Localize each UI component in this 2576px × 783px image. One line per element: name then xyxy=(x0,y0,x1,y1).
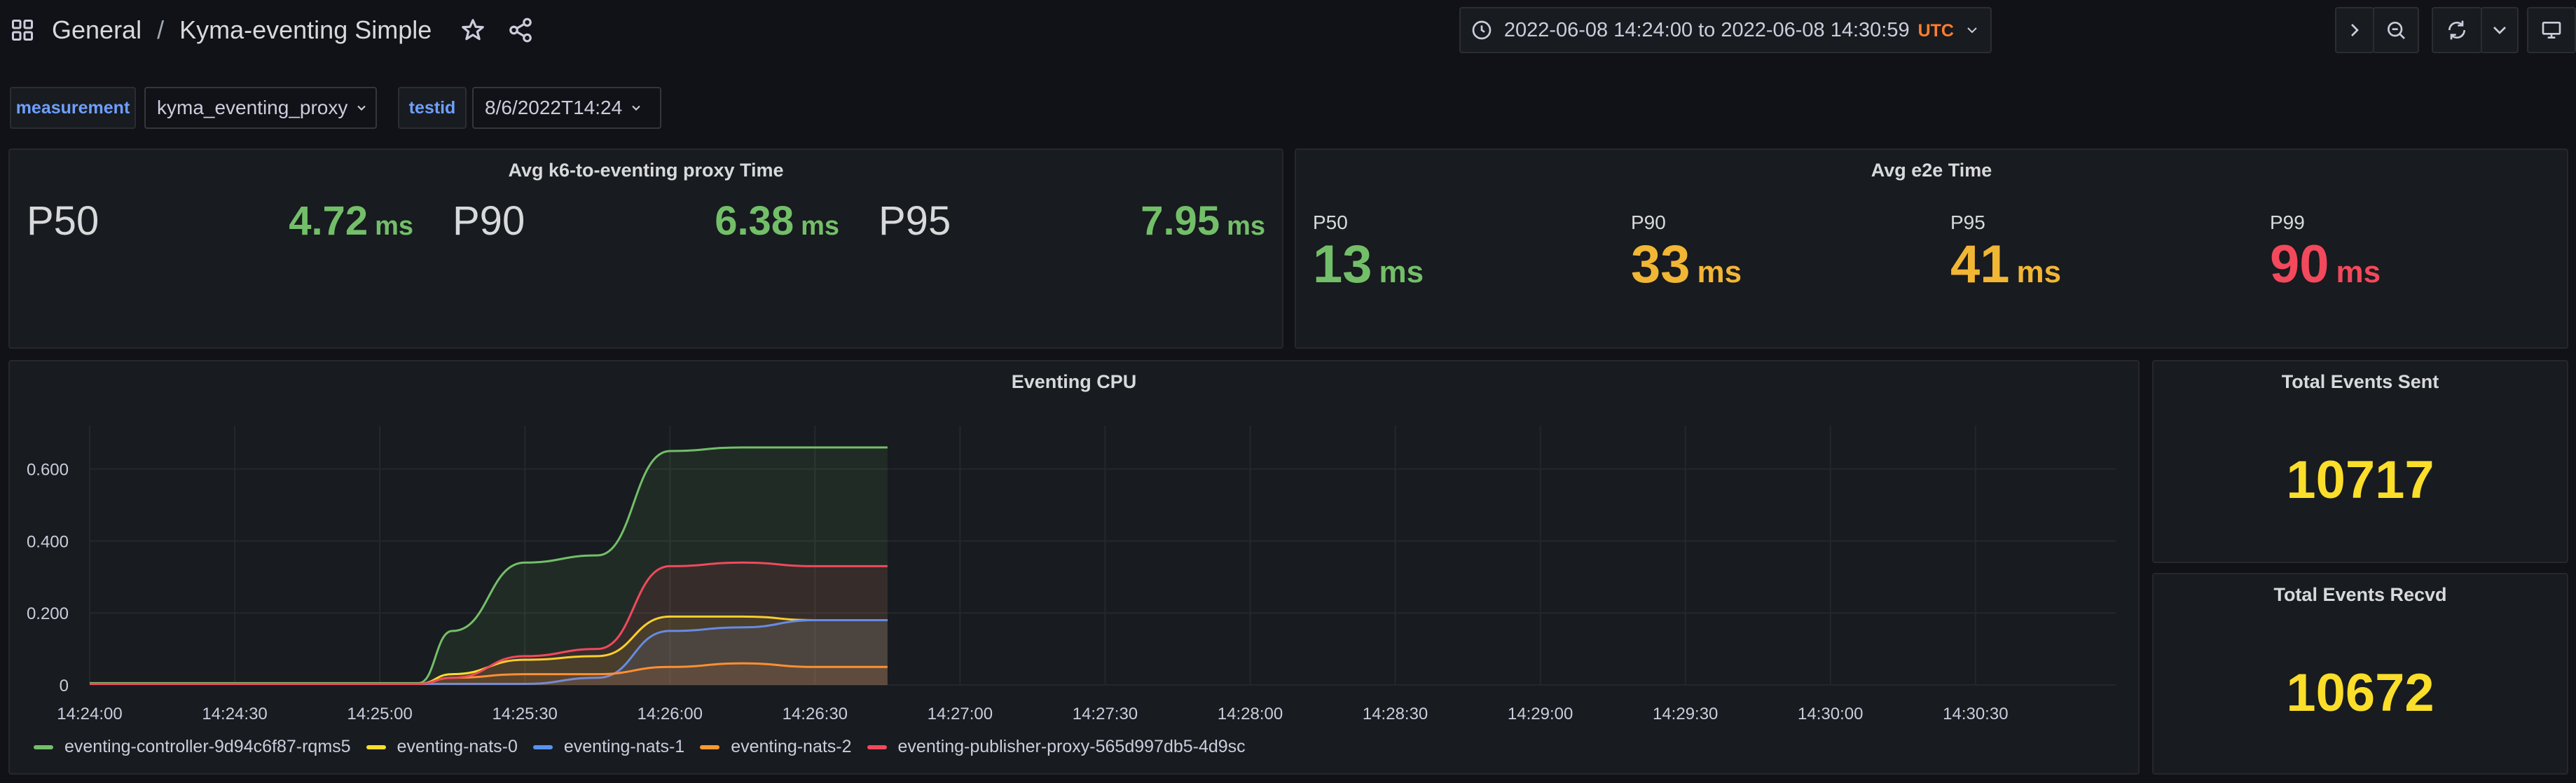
panel-title: Total Events Sent xyxy=(2281,371,2439,392)
legend-swatch xyxy=(366,744,386,749)
total-events-sent-value: 10717 xyxy=(2286,450,2434,510)
legend-label: eventing-nats-0 xyxy=(397,737,518,756)
stat-number: 13 xyxy=(1313,235,1372,294)
panel-title: Total Events Recvd xyxy=(2273,584,2447,605)
star-icon[interactable] xyxy=(460,17,486,43)
chevron-down-icon xyxy=(357,105,366,111)
dashboards-grid-icon[interactable] xyxy=(10,18,35,43)
panel-total-events-sent[interactable]: Total Events Sent 10717 xyxy=(2152,360,2568,563)
refresh-icon xyxy=(2448,20,2465,40)
stat-number: 7.95 xyxy=(1141,198,1220,244)
refresh-button[interactable] xyxy=(2432,7,2482,53)
top-bar: General / Kyma-eventing Simple 2022-06-0… xyxy=(0,0,2576,62)
stat-number: 33 xyxy=(1631,235,1690,294)
refresh-interval-dropdown[interactable] xyxy=(2481,7,2519,53)
time-range-forward-button[interactable] xyxy=(2335,7,2374,53)
zoom-out-button[interactable] xyxy=(2373,7,2419,53)
stat-value-p50: 4.72 ms xyxy=(289,198,413,244)
breadcrumb-folder[interactable]: General xyxy=(52,15,142,45)
time-range-picker[interactable]: 2022-06-08 14:24:00 to 2022-06-08 14:30:59… xyxy=(1459,7,1992,53)
chevron-down-icon xyxy=(2493,27,2506,34)
chevron-right-icon xyxy=(2351,24,2359,36)
variable-select-testid[interactable]: 8/6/2022T14:24 xyxy=(472,87,661,129)
stat-label-p50: P50 xyxy=(1313,212,1348,233)
zoom-out-icon xyxy=(2388,22,2405,39)
stat-label-p99: P99 xyxy=(2270,212,2305,233)
stat-unit: ms xyxy=(1379,255,1424,289)
panel-e2e-time[interactable]: Avg e2e Time P50 13 ms P90 33 ms P95 41 ms … xyxy=(1295,148,2568,349)
panel-total-events-recvd[interactable]: Total Events Recvd 10672 xyxy=(2152,573,2568,775)
stat-unit: ms xyxy=(1227,212,1265,241)
stat-number: 4.72 xyxy=(289,198,369,244)
legend-item[interactable]: eventing-controller-9d94c6f87-rqms5 xyxy=(34,737,351,757)
legend-label: eventing-publisher-proxy-565d997db5-4d9s… xyxy=(897,737,1246,756)
breadcrumb: General / Kyma-eventing Simple xyxy=(10,13,534,48)
legend-swatch xyxy=(532,744,553,749)
stat-label-p50: P50 xyxy=(27,198,99,244)
stat-value-p95: 7.95 ms xyxy=(1141,198,1265,244)
chart-title: Eventing CPU xyxy=(1011,371,1137,392)
panel-title: Avg k6-to-eventing proxy Time xyxy=(508,160,784,181)
stat-number: 6.38 xyxy=(715,198,794,244)
share-icon[interactable] xyxy=(507,17,534,43)
stat-label-p95: P95 xyxy=(879,198,951,244)
legend-item[interactable]: eventing-nats-2 xyxy=(700,737,852,757)
monitor-icon xyxy=(2542,21,2561,39)
timezone-badge: UTC xyxy=(1917,20,1954,41)
panel-eventing-cpu[interactable]: Eventing CPU xyxy=(8,360,2140,775)
variable-label-testid: testid xyxy=(398,87,467,129)
legend-item[interactable]: eventing-publisher-proxy-565d997db5-4d9s… xyxy=(867,737,1246,757)
chevron-down-icon xyxy=(1967,27,1977,34)
dashboard-title[interactable]: Kyma-eventing Simple xyxy=(179,15,432,45)
stat-unit: ms xyxy=(2016,255,2062,289)
stat-unit: ms xyxy=(1697,255,1742,289)
stat-value-p90: 6.38 ms xyxy=(715,198,839,244)
time-to: 2022-06-08 14:30:59 xyxy=(1721,18,1910,41)
variable-value-measurement: kyma_eventing_proxy xyxy=(157,97,348,118)
stat-value-p99: 90 ms xyxy=(2270,234,2381,295)
legend-swatch xyxy=(34,744,53,749)
chart-legend: eventing-controller-9d94c6f87-rqms5 event… xyxy=(34,737,1261,757)
legend-label: eventing-nats-1 xyxy=(563,737,685,756)
legend-item[interactable]: eventing-nats-1 xyxy=(532,737,685,757)
panel-title: Avg e2e Time xyxy=(1871,160,1992,181)
variable-value-testid: 8/6/2022T14:24 xyxy=(485,97,623,118)
legend-item[interactable]: eventing-nats-0 xyxy=(366,737,518,757)
stat-label-p95: P95 xyxy=(1950,212,1985,233)
stat-label-p90: P90 xyxy=(453,198,525,244)
view-mode-button[interactable] xyxy=(2527,7,2576,53)
time-to-word: to xyxy=(1698,18,1716,41)
clock-icon xyxy=(1472,20,1492,40)
stat-number: 90 xyxy=(2270,235,2329,294)
variable-label-measurement: measurement xyxy=(10,87,136,129)
stat-number: 41 xyxy=(1950,235,2010,294)
stat-unit: ms xyxy=(801,212,839,241)
stat-label-p90: P90 xyxy=(1631,212,1666,233)
legend-label: eventing-nats-2 xyxy=(731,737,852,756)
panel-proxy-time[interactable]: Avg k6-to-eventing proxy Time P50 4.72 ms… xyxy=(8,148,1283,349)
variable-select-measurement[interactable]: kyma_eventing_proxy xyxy=(144,87,377,129)
legend-label: eventing-controller-9d94c6f87-rqms5 xyxy=(64,737,351,756)
total-events-recvd-value: 10672 xyxy=(2286,663,2434,723)
stat-value-p50: 13 ms xyxy=(1313,234,1424,295)
chevron-down-icon xyxy=(632,105,640,111)
stat-unit: ms xyxy=(375,212,413,241)
legend-swatch xyxy=(700,744,720,749)
stat-value-p90: 33 ms xyxy=(1631,234,1742,295)
legend-swatch xyxy=(867,744,887,749)
stat-unit: ms xyxy=(2336,255,2381,289)
time-from: 2022-06-08 14:24:00 xyxy=(1503,18,1693,41)
stat-value-p95: 41 ms xyxy=(1950,234,2061,295)
breadcrumb-separator: / xyxy=(157,15,165,44)
time-range-text: 2022-06-08 14:24:00 to 2022-06-08 14:30:59… xyxy=(1504,19,1954,42)
